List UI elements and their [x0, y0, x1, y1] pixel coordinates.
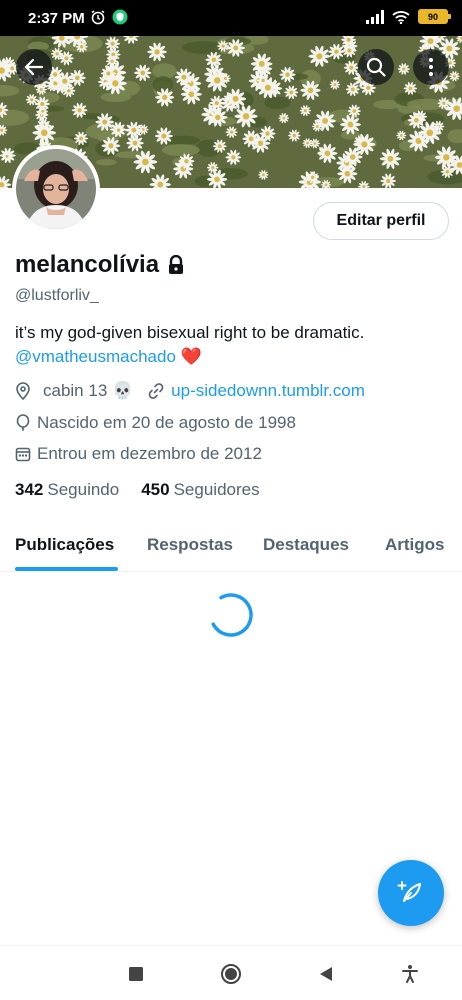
display-name: melancolívia: [15, 251, 160, 278]
username-handle: @lustforliv_: [15, 287, 99, 304]
triangle-back-icon: [320, 967, 332, 981]
system-navigation-bar: [0, 945, 462, 1000]
back-button[interactable]: [16, 49, 52, 85]
lock-icon: [169, 255, 184, 274]
recents-button[interactable]: [124, 962, 148, 986]
profile-meta-joined: Entrou em dezembro de 2012: [15, 444, 262, 464]
back-arrow-icon: [24, 58, 44, 76]
wifi-icon: [392, 10, 410, 24]
active-tab-indicator: [15, 567, 118, 571]
bio-text: it’s my god-given bisexual right to be d…: [15, 323, 365, 342]
more-vertical-icon: [429, 58, 433, 76]
tab-publicacoes[interactable]: Publicações: [15, 535, 114, 555]
following-count: 342: [15, 480, 44, 499]
status-bar: 2:37 PM 90: [0, 0, 462, 36]
bio-mention-link[interactable]: @vmatheusmachado: [15, 347, 176, 366]
followers-count: 450: [141, 480, 170, 499]
following-label: Seguindo: [47, 480, 120, 499]
website-link[interactable]: up-sidedownn.tumblr.com: [171, 381, 365, 401]
compose-post-button[interactable]: [378, 860, 444, 926]
battery-indicator: 90: [418, 9, 451, 24]
loading-spinner-icon: [209, 593, 253, 637]
profile-meta-location-website: cabin 13 💀 up-sidedownn.tumblr.com: [15, 381, 365, 401]
edit-profile-button[interactable]: Editar perfil: [313, 202, 449, 240]
tab-artigos[interactable]: Artigos: [385, 535, 445, 555]
status-time: 2:37 PM: [28, 10, 85, 27]
location-text: cabin 13 💀: [43, 381, 134, 400]
circle-home-icon: [221, 964, 241, 984]
alarm-icon: [91, 10, 105, 25]
search-icon: [366, 57, 386, 77]
profile-tabs: Publicações Respostas Destaques Artigos: [0, 520, 462, 572]
search-button[interactable]: [358, 49, 394, 85]
status-right-icons: 90: [366, 9, 451, 24]
followers-label: Seguidores: [173, 480, 260, 499]
name-row: melancolívia: [15, 251, 185, 279]
tab-destaques[interactable]: Destaques: [263, 535, 349, 555]
bio: it’s my god-given bisexual right to be d…: [15, 321, 455, 369]
follow-stats: 342 Seguindo 450 Seguidores: [15, 480, 260, 500]
heart-emoji: ❤️: [180, 347, 202, 366]
more-options-button[interactable]: [413, 49, 449, 85]
tab-respostas[interactable]: Respostas: [147, 535, 233, 555]
balloon-icon: [16, 414, 30, 431]
following-link[interactable]: 342 Seguindo: [15, 480, 119, 500]
square-icon: [129, 967, 143, 981]
followers-link[interactable]: 450 Seguidores: [141, 480, 259, 500]
home-button[interactable]: [219, 962, 243, 986]
joined-date-text: Entrou em dezembro de 2012: [37, 444, 262, 463]
back-nav-button[interactable]: [314, 962, 338, 986]
calendar-icon: [15, 447, 31, 462]
status-left-icons: [90, 9, 128, 25]
profile-meta-birthday: Nascido em 20 de agosto de 1998: [15, 413, 296, 433]
link-icon: [148, 383, 164, 399]
vpn-shield-icon: [112, 9, 128, 25]
avatar[interactable]: [12, 145, 100, 233]
feather-plus-icon: [397, 881, 421, 902]
accessibility-icon: [402, 965, 418, 983]
location-pin-icon: [16, 382, 30, 400]
birth-date-text: Nascido em 20 de agosto de 1998: [37, 413, 296, 432]
avatar-photo: [16, 149, 96, 229]
signal-icon: [366, 9, 384, 24]
accessibility-button[interactable]: [398, 962, 422, 986]
